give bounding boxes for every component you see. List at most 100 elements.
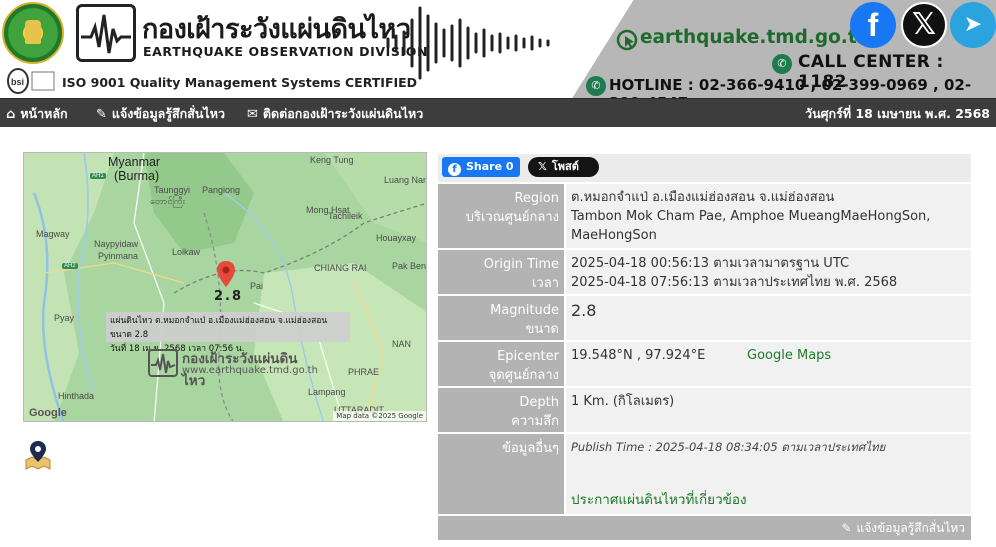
mail-icon: ✉ xyxy=(247,107,258,122)
watermark-url: www.earthquake.tmd.go.th xyxy=(182,365,318,376)
depth-value-cell: 1 Km. (กิโลเมตร) xyxy=(566,388,971,432)
department-emblem-icon xyxy=(25,20,41,44)
phone-icon: ✆ xyxy=(586,76,606,96)
report-felt-bar[interactable]: ✎ แจ้งข้อมูลรู้สึกสั่นไหว xyxy=(438,516,971,540)
map-label-naypyidaw: Naypyidaw xyxy=(94,239,139,249)
map-label-phrae: PHRAE xyxy=(348,367,380,377)
region-label-en: Region xyxy=(514,191,559,206)
map-label-taunggyi: Taunggyi xyxy=(154,185,191,195)
map-label-keng-tung: Keng Tung xyxy=(310,155,354,165)
map-label-burma: (Burma) xyxy=(114,169,160,183)
region-value-th: ต.หมอกจำแป่ อ.เมืองแม่ฮ่องสอน จ.แม่ฮ่องส… xyxy=(571,190,835,205)
other-info-value: Publish Time : 2025-04-18 08:34:05 ตามเว… xyxy=(566,434,971,514)
department-logo[interactable] xyxy=(2,2,64,64)
details-row-origin-time: Origin Time เวลา 2025-04-18 00:56:13 ตาม… xyxy=(438,250,971,296)
map-label-myanmar: Myanmar xyxy=(108,155,161,169)
nav-contact-label: ติดต่อกองเฝ้าระวังแผ่นดินไหว xyxy=(262,106,424,121)
origin-time-local: 2025-04-18 07:56:13 ตามเวลาประเทศไทย พ.ศ… xyxy=(571,275,898,290)
main-nav: ⌂ หน้าหลัก ✎ แจ้งข้อมูลรู้สึกสั่นไหว ✉ ติดต… xyxy=(0,98,996,127)
depth-value: 1 Km. (กิโลเมตร) xyxy=(571,394,675,409)
facebook-icon[interactable]: f xyxy=(850,2,896,48)
epicenter-label: Epicenter จุดศูนย์กลาง xyxy=(438,342,566,386)
nav-contact[interactable]: ✉ ติดต่อกองเฝ้าระวังแผ่นดินไหว xyxy=(247,99,423,128)
x-post-label: โพสต์ xyxy=(551,160,579,173)
map-label-nan: NAN xyxy=(392,339,412,349)
seismograph-logo-icon xyxy=(76,4,136,62)
map-label-hinthada: Hinthada xyxy=(58,391,95,401)
current-date: วันศุกร์ที่ 18 เมษายน พ.ศ. 2568 xyxy=(805,106,990,121)
magnitude-label-en: Magnitude xyxy=(490,303,559,318)
map-label-loikaw: Loikaw xyxy=(172,247,201,257)
earthquake-map[interactable]: Myanmar (Burma) AH1 Taunggyi တောင်ကြီး P… xyxy=(23,152,427,422)
epicenter-label-en: Epicenter xyxy=(497,349,559,364)
details-row-region: Region บริเวณศูนย์กลาง ต.หมอกจำแป่ อ.เมื… xyxy=(438,184,971,250)
origin-time-label-en: Origin Time xyxy=(483,257,559,272)
magnitude-value-cell: 2.8 xyxy=(566,296,971,340)
phone-icon: ✆ xyxy=(772,54,792,74)
epicenter-value-cell: 19.548°N , 97.924°E Google Maps xyxy=(566,342,971,386)
nav-home-label: หน้าหลัก xyxy=(20,106,68,121)
nav-home[interactable]: ⌂ หน้าหลัก xyxy=(6,99,68,128)
map-label-houayxay: Houayxay xyxy=(376,233,417,243)
x-share-icon: 𝕏 xyxy=(538,160,547,173)
facebook-share-label: Share 0 xyxy=(466,160,514,173)
map-road-ah2: AH2 xyxy=(62,263,78,269)
map-label-tachileik: Tachileik xyxy=(328,211,363,221)
site-url-link[interactable]: earthquake.tmd.go.th xyxy=(640,27,870,48)
report-felt-label: แจ้งข้อมูลรู้สึกสั่นไหว xyxy=(856,521,965,535)
seismic-wave-icon xyxy=(386,6,550,80)
related-announcements-link[interactable]: ประกาศแผ่นดินไหวที่เกี่ยวข้อง xyxy=(571,491,747,510)
map-label-pak-beng: Pak Beng xyxy=(392,261,427,271)
map-label-magway: Magway xyxy=(36,229,70,239)
report-icon: ✎ xyxy=(841,521,852,535)
earthquake-details: Region บริเวณศูนย์กลาง ต.หมอกจำแป่ อ.เมื… xyxy=(438,184,971,540)
region-label-th: บริเวณศูนย์กลาง xyxy=(465,210,559,225)
map-info-line1: แผ่นดินไหว ต.หมอกจำแป่ อ.เมืองแม่ฮ่องสอน… xyxy=(110,316,328,340)
map-label-luang-namtha: Luang Namtha xyxy=(384,175,426,185)
telegram-icon[interactable]: ➤ xyxy=(950,2,996,48)
map-road-ah1: AH1 xyxy=(90,173,106,179)
map-label-pyay: Pyay xyxy=(54,313,75,323)
depth-label-th: ความลึก xyxy=(511,414,559,429)
watermark-logo-icon xyxy=(148,349,178,377)
origin-time-value: 2025-04-18 00:56:13 ตามเวลามาตรฐาน UTC 2… xyxy=(566,250,971,294)
nav-report-felt[interactable]: ✎ แจ้งข้อมูลรู้สึกสั่นไหว xyxy=(96,99,225,128)
bsi-certification-icon: bsi xyxy=(7,68,55,94)
other-info-label-th: ข้อมูลอื่นๆ xyxy=(502,441,559,456)
origin-time-utc: 2025-04-18 00:56:13 ตามเวลามาตรฐาน UTC xyxy=(571,256,850,271)
details-row-other: ข้อมูลอื่นๆ Publish Time : 2025-04-18 08… xyxy=(438,434,971,516)
nav-report-label: แจ้งข้อมูลรู้สึกสั่นไหว xyxy=(111,106,225,121)
details-row-epicenter: Epicenter จุดศูนย์กลาง 19.548°N , 97.924… xyxy=(438,342,971,388)
publish-time: Publish Time : 2025-04-18 08:34:05 ตามเว… xyxy=(571,440,886,454)
other-info-label: ข้อมูลอื่นๆ xyxy=(438,434,566,514)
pointer-icon xyxy=(616,29,638,51)
origin-time-label: Origin Time เวลา xyxy=(438,250,566,294)
google-logo: Google xyxy=(29,407,67,419)
magnitude-label: Magnitude ขนาด xyxy=(438,296,566,340)
map-magnitude-label: 2.8 xyxy=(214,289,244,304)
details-row-magnitude: Magnitude ขนาด 2.8 xyxy=(438,296,971,342)
map-info-box: แผ่นดินไหว ต.หมอกจำแป่ อ.เมืองแม่ฮ่องสอน… xyxy=(106,312,350,354)
region-label: Region บริเวณศูนย์กลาง xyxy=(438,184,566,248)
depth-label: Depth ความลึก xyxy=(438,388,566,432)
region-value: ต.หมอกจำแป่ อ.เมืองแม่ฮ่องสอน จ.แม่ฮ่องส… xyxy=(566,184,971,248)
magnitude-label-th: ขนาด xyxy=(525,322,559,337)
epicenter-pin-icon[interactable] xyxy=(217,261,235,287)
map-label-taunggyi-local: တောင်ကြီး xyxy=(150,196,185,206)
facebook-share-button[interactable]: f Share 0 xyxy=(442,157,520,177)
region-value-en: Tambon Mok Cham Pae, Amphoe MueangMaeHon… xyxy=(571,209,931,243)
map-label-pyinmana: Pyinmana xyxy=(98,251,139,261)
google-maps-link[interactable]: Google Maps xyxy=(747,346,831,365)
map-label-pangiong: Pangiong xyxy=(202,185,241,195)
map-label-chiang-rai: CHIANG RAI xyxy=(314,263,367,273)
home-icon: ⌂ xyxy=(6,107,16,122)
map-credit: Map data ©2025 Google xyxy=(333,411,426,421)
x-twitter-icon[interactable]: 𝕏 xyxy=(901,2,947,48)
site-header: กองเฝ้าระวังแผ่นดินไหว EARTHQUAKE OBSERV… xyxy=(0,0,996,98)
map-location-icon[interactable] xyxy=(24,440,52,470)
details-row-depth: Depth ความลึก 1 Km. (กิโลเมตร) xyxy=(438,388,971,434)
x-post-button[interactable]: 𝕏 โพสต์ xyxy=(528,157,599,177)
magnitude-value: 2.8 xyxy=(571,301,597,320)
map-label-pai: Pai xyxy=(250,281,264,291)
svg-text:bsi: bsi xyxy=(11,77,24,87)
